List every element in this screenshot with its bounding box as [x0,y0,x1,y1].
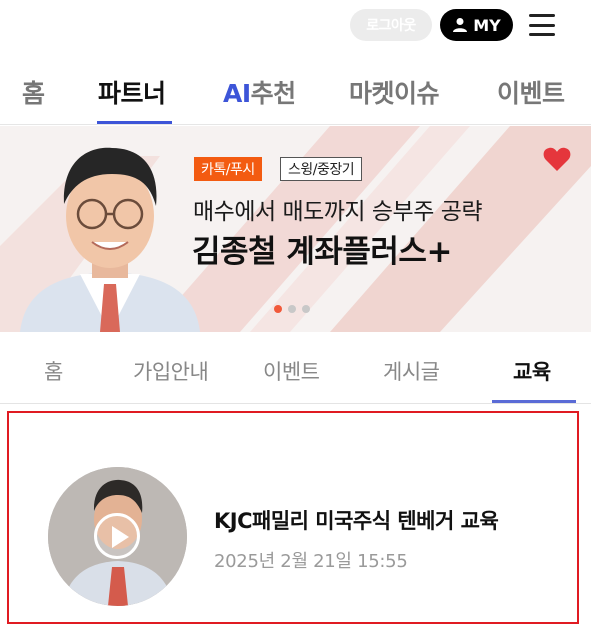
tab-ai-prefix: AI [223,79,251,108]
top-bar: 로그아웃 MY [0,0,591,52]
video-title[interactable]: KJC패밀리 미국주식 텐베거 교육 [214,505,499,535]
partner-photo [20,147,200,332]
tab-ai-recommend[interactable]: AI추천 [223,74,296,110]
carousel-dot[interactable] [302,305,310,313]
user-icon [453,18,468,32]
tab-ai-label: 추천 [250,79,297,108]
subtab-event[interactable]: 이벤트 [263,356,320,386]
video-list-item[interactable]: KJC패밀리 미국주식 텐베거 교육 2025년 2월 21일 15:55 [7,411,579,624]
subtab-join-guide[interactable]: 가입안내 [133,356,209,386]
sub-tab-bar: 홈 가입안내 이벤트 게시글 교육 [0,332,591,404]
tag-swing-midterm: 스윙/중장기 [280,157,363,181]
tab-home[interactable]: 홈 [22,74,45,110]
carousel-dot[interactable] [274,305,282,313]
active-tab-indicator [97,121,172,124]
play-icon[interactable] [94,513,140,559]
tab-event[interactable]: 이벤트 [497,74,565,110]
subtab-home[interactable]: 홈 [44,356,63,386]
tab-market-issue[interactable]: 마켓이슈 [349,74,440,110]
video-date: 2025년 2월 21일 15:55 [214,551,408,572]
promo-banner[interactable]: 카톡/푸시 스윙/중장기 매수에서 매도까지 승부주 공략 김종철 계좌플러스+ [0,126,591,332]
my-button[interactable]: MY [440,9,513,41]
heart-icon[interactable] [543,146,571,172]
hamburger-menu-icon[interactable] [527,11,557,39]
subtab-posts[interactable]: 게시글 [383,356,440,386]
video-thumbnail[interactable] [48,467,187,606]
banner-title: 김종철 계좌플러스+ [192,234,452,270]
logout-button[interactable]: 로그아웃 [350,9,432,41]
carousel-dots [274,305,310,313]
carousel-dot[interactable] [288,305,296,313]
active-subtab-indicator [492,400,576,403]
my-label: MY [473,15,501,35]
tab-partner[interactable]: 파트너 [98,74,166,110]
tag-kakao-push: 카톡/푸시 [194,157,262,181]
main-tab-bar: 홈 파트너 AI추천 마켓이슈 이벤트 [0,60,591,125]
banner-subtitle: 매수에서 매도까지 승부주 공략 [193,199,483,225]
subtab-education[interactable]: 교육 [513,356,551,386]
